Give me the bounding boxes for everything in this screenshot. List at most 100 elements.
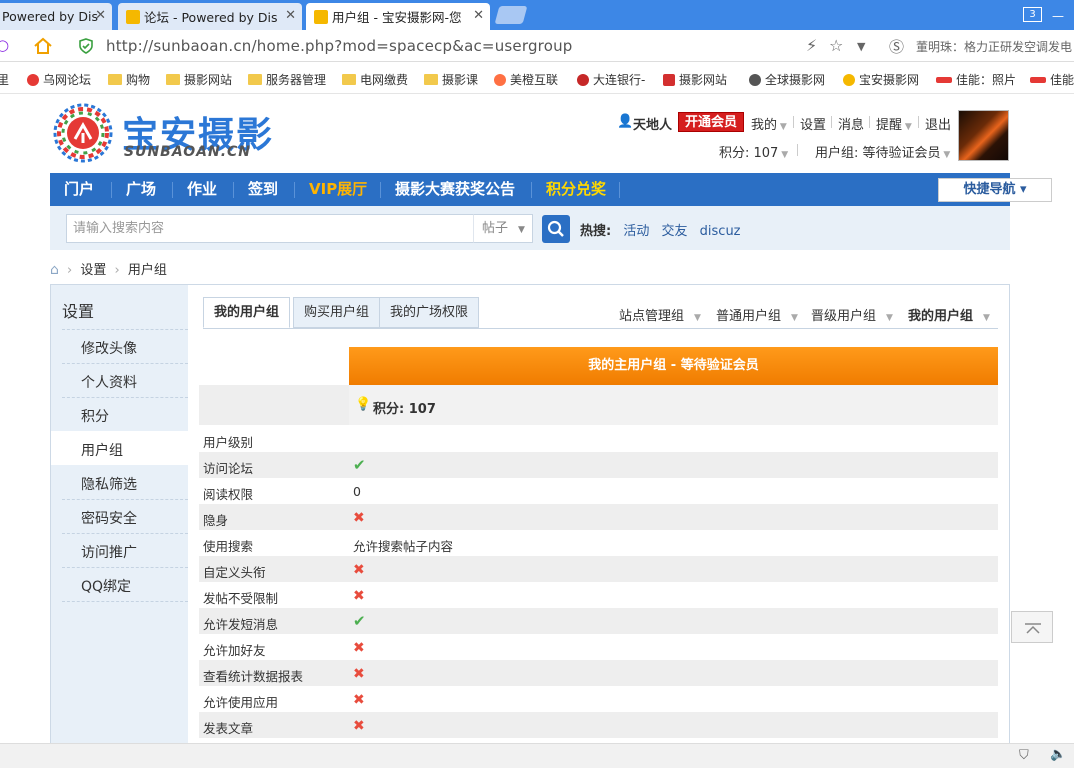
sidebar-item-qq[interactable]: QQ绑定 (81, 576, 131, 596)
star-bookmark-icon[interactable]: ☆ (829, 36, 843, 55)
bookmarks-bar: 里 乌网论坛 购物 摄影网站 服务器管理 电网缴费 摄影课 美橙互联 大连银行-… (0, 62, 1074, 94)
nav-item-contest-announcement[interactable]: 摄影大赛获奖公告 (395, 173, 515, 206)
bookmark-item[interactable]: 全球摄影网 (749, 71, 825, 88)
search-type-select[interactable]: 帖子 ▼ (473, 214, 533, 243)
sidebar-item-avatar[interactable]: 修改头像 (81, 338, 137, 358)
hot-search-link[interactable]: discuz (700, 224, 741, 239)
new-tab-button[interactable] (494, 6, 528, 24)
bookmark-folder[interactable]: 摄影课 (424, 71, 478, 88)
promotion-group-menu[interactable]: 晋级用户组 ▼ (811, 305, 893, 324)
folder-icon (248, 74, 262, 85)
username-link[interactable]: 天地人 (633, 114, 672, 133)
my-menu-link[interactable]: 我的 ▼ (751, 114, 787, 133)
bookmark-item[interactable]: 大连银行- (577, 71, 645, 88)
tab-buy-usergroup[interactable]: 购买用户组 (293, 297, 381, 328)
nav-item-homework[interactable]: 作业 (187, 173, 217, 206)
bookmark-item[interactable]: 佳能：照片 (936, 71, 1016, 88)
logout-link[interactable]: 退出 (925, 114, 951, 133)
hot-search-link[interactable]: 活动 (623, 224, 649, 239)
bookmark-item[interactable]: 乌网论坛 (27, 71, 91, 88)
settings-link[interactable]: 设置 (800, 114, 826, 133)
divider (62, 329, 188, 330)
quick-nav-button[interactable]: 快捷导航 ▾ (938, 178, 1052, 202)
chevron-down-icon[interactable]: ▼ (857, 40, 865, 53)
bookmark-folder[interactable]: 服务器管理 (248, 71, 326, 88)
breadcrumb-settings[interactable]: 设置 (80, 263, 106, 278)
url-input[interactable]: http://sunbaoan.cn/home.php?mod=spacecp&… (106, 37, 573, 55)
extension-s-icon[interactable]: Ⓢ (889, 36, 904, 57)
tab-my-usergroup[interactable]: 我的用户组 (203, 297, 291, 328)
bookmark-favicon-icon (494, 73, 506, 86)
notifications-link[interactable]: 提醒 ▼ (876, 114, 912, 133)
chevron-down-icon: ▼ (778, 150, 789, 160)
divider (831, 116, 832, 128)
settings-sidebar: 设置 修改头像 个人资料 积分 用户组 隐私筛选 密码安全 访问推广 QQ绑定 (51, 285, 188, 753)
avatar[interactable] (958, 110, 1009, 161)
bookmark-favicon-icon (663, 73, 675, 86)
tab-square-permissions[interactable]: 我的广场权限 (379, 297, 480, 328)
lightning-icon[interactable]: ⚡ (806, 36, 817, 55)
normal-group-menu[interactable]: 普通用户组 ▼ (716, 305, 798, 324)
tab-count-badge[interactable]: 3 (1023, 7, 1042, 22)
bookmark-folder[interactable]: 电网缴费 (342, 71, 408, 88)
chevron-down-icon: ▼ (694, 313, 701, 323)
folder-icon (166, 74, 180, 85)
security-shield-icon[interactable] (78, 38, 94, 54)
hot-search-link[interactable]: 交友 (662, 224, 688, 239)
permission-row: 允许加好友 ✖ (199, 634, 998, 660)
speaker-icon[interactable]: 🔈 (1050, 747, 1066, 762)
divider (869, 116, 870, 128)
home-icon[interactable] (33, 37, 53, 55)
arrow-up-icon (1025, 623, 1041, 634)
messages-link[interactable]: 消息 (838, 114, 864, 133)
admin-group-menu[interactable]: 站点管理组 ▼ (619, 305, 701, 324)
browser-tab[interactable]: Powered by Dis ✕ (0, 3, 112, 30)
sidebar-item-points[interactable]: 积分 (81, 406, 109, 426)
search-button[interactable] (542, 215, 570, 243)
settings-panel: 设置 修改头像 个人资料 积分 用户组 隐私筛选 密码安全 访问推广 QQ绑定 … (50, 284, 1010, 754)
my-group-menu[interactable]: 我的用户组 ▼ (908, 305, 990, 324)
sidebar-item-usergroup[interactable]: 用户组 (81, 440, 123, 460)
nav-item-portal[interactable]: 门户 (64, 173, 94, 206)
home-icon[interactable]: ⌂ (50, 262, 59, 278)
shield-icon[interactable]: ⛉ (1019, 748, 1029, 763)
sidebar-item-privacy[interactable]: 隐私筛选 (81, 474, 137, 494)
nav-item-points-redeem[interactable]: 积分兑奖 (546, 173, 606, 206)
nav-item-vip-gallery[interactable]: VIP展厅 (309, 173, 367, 206)
sidebar-item-profile[interactable]: 个人资料 (81, 372, 137, 392)
close-tab-icon[interactable]: ✕ (285, 8, 296, 23)
divider (918, 116, 919, 128)
search-input[interactable]: 请输入搜索内容 (66, 214, 474, 243)
nav-item-square[interactable]: 广场 (126, 173, 156, 206)
nav-item-checkin[interactable]: 签到 (248, 173, 278, 206)
permission-label: 发帖不受限制 (203, 591, 279, 606)
browser-tab[interactable]: 论坛 - Powered by Dis ✕ (118, 3, 302, 30)
permission-value: 0 (353, 484, 361, 499)
permission-row: 自定义头衔 ✖ (199, 556, 998, 582)
site-logo-icon[interactable] (53, 103, 113, 163)
usergroup-link[interactable]: 用户组: 等待验证会员 ▼ (815, 142, 950, 161)
bookmark-item[interactable]: 摄影网站 (663, 71, 727, 88)
chevron-down-icon: ▼ (518, 225, 525, 235)
close-tab-icon[interactable]: ✕ (473, 8, 484, 23)
minimize-icon[interactable]: — (1052, 9, 1064, 23)
divider (294, 182, 295, 198)
open-vip-button[interactable]: 开通会员 (678, 112, 745, 132)
sidebar-item-password[interactable]: 密码安全 (81, 508, 137, 528)
browser-tab-active[interactable]: 用户组 - 宝安摄影网-您 ✕ (306, 3, 490, 30)
chevron-down-icon: ▼ (940, 150, 951, 160)
close-tab-icon[interactable]: ✕ (95, 8, 106, 23)
bookmark-item[interactable]: 美橙互联 (494, 71, 558, 88)
browser-logo-icon[interactable]: ○ (0, 36, 9, 54)
points-link[interactable]: 积分: 107 ▼ (719, 142, 788, 161)
news-ticker[interactable]: 董明珠：格力正研发空调发电 (916, 38, 1072, 55)
sidebar-item-promotion[interactable]: 访问推广 (81, 542, 137, 562)
divider (111, 182, 112, 198)
bookmark-folder[interactable]: 摄影网站 (166, 71, 232, 88)
bookmark-item[interactable]: 宝安摄影网 (843, 71, 919, 88)
back-to-top-button[interactable] (1011, 611, 1053, 643)
bookmark-overflow-icon[interactable]: 里 (0, 71, 9, 88)
permission-label: 隐身 (203, 513, 229, 528)
bookmark-folder[interactable]: 购物 (108, 71, 150, 88)
bookmark-item[interactable]: 佳能 (1030, 71, 1074, 88)
